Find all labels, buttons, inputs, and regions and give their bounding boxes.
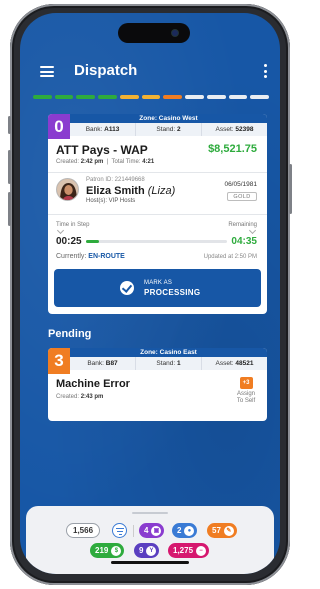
wrench-icon: ✎	[223, 525, 234, 536]
progress-segment	[76, 95, 96, 99]
more-options-icon[interactable]	[262, 64, 268, 78]
sheet-handle[interactable]	[132, 512, 168, 514]
assign-icon: +3	[239, 377, 253, 389]
action-label: PROCESSING	[144, 288, 201, 297]
zone-label: Zone: Casino West	[70, 114, 267, 123]
camera-icon	[172, 30, 178, 36]
blue-status-pill[interactable]: 2 ●	[172, 523, 198, 538]
progress-segment	[141, 95, 161, 99]
call-number-badge: 3	[48, 348, 70, 374]
dynamic-island	[118, 23, 190, 43]
progress-segment	[185, 95, 204, 99]
call-times: Created: 2:42 pm | Total Time: 4:21	[56, 159, 155, 165]
pending-call-card[interactable]: 3 Zone: Casino East Bank: B87 Stand: 1 A…	[48, 348, 267, 421]
minus-circle-icon: −	[196, 545, 207, 556]
patron-host: Host(s): VIP Hosts	[86, 198, 136, 204]
location-row: Bank: B87 Stand: 1 Asset: 48521	[70, 357, 267, 370]
chevron-down-icon	[56, 226, 65, 235]
divider	[133, 525, 134, 537]
assign-to-self-button[interactable]: +3 Assign To Self	[233, 377, 259, 405]
slot-icon: ▣	[151, 525, 162, 536]
call-title: ATT Pays - WAP	[56, 143, 148, 157]
stand-cell: Stand: 1	[135, 357, 201, 370]
progress-segment	[119, 95, 139, 99]
zone-label: Zone: Casino East	[70, 348, 267, 357]
green-status-pill[interactable]: 219 $	[90, 543, 125, 558]
check-circle-icon	[120, 281, 134, 295]
volume-up-button	[8, 150, 11, 184]
purple-status-pill[interactable]: 4 ▣	[139, 523, 165, 538]
orange-status-pill[interactable]: 57 ✎	[207, 523, 237, 538]
mark-processing-button[interactable]: MARK AS PROCESSING	[54, 269, 261, 307]
violet-status-pill[interactable]: 9Y	[134, 543, 160, 558]
call-title: Machine Error	[56, 378, 130, 390]
menu-icon[interactable]	[40, 66, 54, 77]
asset-cell: Asset: 48521	[201, 357, 267, 370]
home-indicator[interactable]	[111, 561, 189, 564]
pending-section-title: Pending	[48, 328, 92, 340]
call-created: Created: 2:43 pm	[56, 394, 104, 400]
pink-status-pill[interactable]: 1,275−	[168, 543, 210, 558]
location-row: Bank: A113 Stand: 2 Asset: 52398	[70, 123, 267, 136]
divider	[48, 214, 267, 215]
assign-label-2: To Self	[236, 398, 256, 404]
assign-label-1: Assign	[236, 391, 255, 397]
divider	[48, 172, 267, 173]
patron-id: Patron ID: 221449668	[86, 177, 145, 183]
filter-icon[interactable]	[112, 523, 127, 538]
step-progress-bar	[86, 240, 227, 243]
remaining-value: 04:35	[231, 236, 257, 247]
users-icon: ●	[184, 525, 195, 536]
updated-time: Updated at 2:50 PM	[203, 254, 257, 260]
progress-segment	[98, 95, 117, 99]
power-button	[289, 164, 292, 214]
stand-cell: Stand: 2	[135, 123, 201, 136]
page-title: Dispatch	[74, 62, 138, 79]
bank-cell: Bank: B87	[70, 357, 135, 370]
progress-segment	[163, 95, 183, 99]
app-screen: Dispatch 0 Zone: Casino West Bank: A113 …	[20, 13, 280, 574]
total-count-pill[interactable]: 1,566	[66, 523, 101, 538]
current-status: Currently: EN-ROUTE	[56, 253, 125, 260]
action-caption: MARK AS	[144, 280, 173, 286]
step-progress-fill	[86, 240, 99, 243]
app-bar: Dispatch	[20, 53, 280, 89]
patron-avatar	[56, 178, 79, 201]
drink-icon: Y	[146, 545, 157, 556]
call-number-badge: 0	[48, 114, 70, 139]
progress-segment	[54, 95, 74, 99]
volume-down-button	[8, 192, 11, 226]
asset-cell: Asset: 52398	[201, 123, 267, 136]
patron-name: Eliza Smith (Liza)	[86, 185, 176, 197]
step-progress-indicator	[33, 95, 270, 99]
progress-segment	[33, 95, 52, 99]
bank-cell: Bank: A113	[70, 123, 135, 136]
money-icon: $	[111, 545, 122, 556]
call-amount: $8,521.75	[208, 143, 257, 155]
mute-switch	[8, 116, 11, 134]
time-in-step-value: 00:25	[56, 236, 82, 247]
progress-segment	[250, 95, 270, 99]
tier-badge: GOLD	[227, 192, 257, 201]
active-call-card[interactable]: 0 Zone: Casino West Bank: A113 Stand: 2 …	[48, 114, 267, 314]
progress-segment	[228, 95, 248, 99]
chevron-down-icon	[248, 226, 257, 235]
progress-segment	[206, 95, 226, 99]
patron-dob: 06/05/1981	[224, 181, 257, 188]
